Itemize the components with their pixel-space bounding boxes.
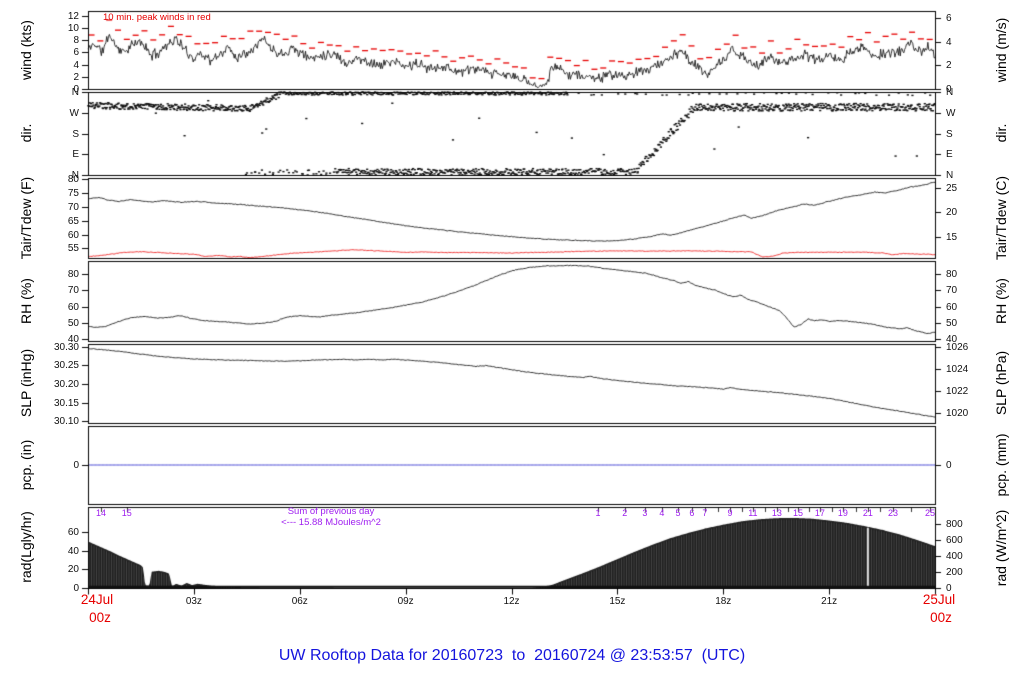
y-axis-label-dir-left: dir. — [18, 123, 34, 143]
rad-sum-annotation-line2: <--- 15.88 MJoules/m^2 — [281, 517, 381, 528]
x-start-hour-label: 00z — [89, 610, 111, 625]
y-axis-label-tair-c: Tair/Tdew (C) — [993, 175, 1009, 261]
x-end-date-label: 25Jul — [922, 592, 956, 607]
y-axis-label-rad-lgly: rad(Lgly/hr) — [18, 511, 34, 583]
multipanel-plot-canvas — [0, 0, 1024, 700]
y-axis-label-rad-wm2: rad (W/m^2) — [993, 509, 1009, 587]
page-title: UW Rooftop Data for 20160723 to 20160724… — [278, 647, 746, 664]
x-start-date-label: 24Jul — [80, 592, 114, 607]
peak-wind-annotation: 10 min. peak winds in red — [103, 12, 211, 23]
y-axis-label-slp-inhg: SLP (inHg) — [18, 348, 34, 418]
y-axis-label-slp-hpa: SLP (hPa) — [993, 350, 1009, 416]
y-axis-label-rh-right: RH (%) — [993, 278, 1009, 324]
weather-dashboard: wind (kts) dir. Tair/Tdew (F) RH (%) SLP… — [0, 0, 1024, 700]
y-axis-label-wind-kts: wind (kts) — [18, 20, 34, 80]
y-axis-label-pcp-in: pcp. (in) — [18, 439, 34, 491]
y-axis-label-rh-left: RH (%) — [18, 278, 34, 324]
x-end-hour-label: 00z — [930, 610, 952, 625]
y-axis-label-wind-ms: wind (m/s) — [993, 17, 1009, 83]
rad-sum-annotation-line1: Sum of previous day — [287, 506, 375, 517]
y-axis-label-pcp-mm: pcp. (mm) — [993, 433, 1009, 497]
y-axis-label-tair-f: Tair/Tdew (F) — [18, 176, 34, 260]
y-axis-label-dir-right: dir. — [993, 123, 1009, 143]
